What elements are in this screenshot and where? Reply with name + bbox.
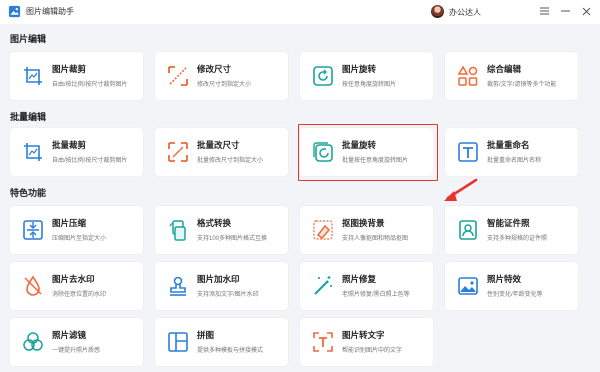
- arrow-annotation-icon: [444, 178, 478, 201]
- crop-icon: [24, 143, 42, 161]
- card-desc: 批量修改尺寸到指定大小: [197, 158, 264, 164]
- card-watermark-add[interactable]: 图片加水印 支持添加文字/图片水印: [155, 262, 288, 310]
- card-title: 抠图换背景: [342, 218, 385, 228]
- card-title: 图片去水印: [52, 274, 95, 284]
- section-title-batch-edit: 批量编辑: [10, 112, 47, 122]
- card-collage[interactable]: 拼图 提供多种模板与拼接模式: [155, 318, 288, 366]
- scrollbar[interactable]: [593, 26, 597, 370]
- card-desc: 裁剪/文字/滤镜等多个功能: [487, 82, 557, 88]
- card-title: 修改尺寸: [197, 64, 232, 74]
- card-title: 批量裁剪: [52, 140, 87, 150]
- card-desc: 支持人像抠图和物品抠图: [342, 236, 409, 242]
- card-desc: 帮能识别图片中的文字: [342, 348, 403, 354]
- compress-icon: [23, 220, 43, 240]
- card-desc: 一键提升照片质感: [52, 348, 101, 354]
- card-title: 格式转换: [197, 218, 232, 228]
- ocr-icon: [313, 332, 333, 352]
- landscape-icon: [458, 277, 478, 295]
- card-title: 智能证件照: [487, 218, 530, 228]
- card-restore[interactable]: 照片修复 老照片修复/黑白照上色等: [300, 262, 433, 310]
- card-desc: 性别变化/年龄变化等: [487, 292, 543, 298]
- card-rotate[interactable]: 图片旋转 按任意角度旋转图片: [300, 52, 433, 100]
- collage-icon: [168, 332, 188, 352]
- card-id-photo[interactable]: 智能证件照 支持多种规格的证件照: [445, 206, 578, 254]
- card-batch-crop[interactable]: 批量裁剪 自由/按比例/按尺寸裁剪图片: [10, 128, 143, 176]
- card-effects[interactable]: 照片特效 性别变化/年龄变化等: [445, 262, 578, 310]
- card-convert[interactable]: 格式转换 支持100多种图片格式互换: [155, 206, 288, 254]
- card-title: 批量重命名: [487, 140, 530, 150]
- card-desc: 自由/按比例/按尺寸裁剪图片: [52, 158, 128, 164]
- card-title: 批量改尺寸: [197, 140, 240, 150]
- minimize-icon[interactable]: [558, 4, 572, 18]
- grid-shapes-icon: [457, 65, 478, 86]
- card-watermark-remove[interactable]: 图片去水印 消除任意位置的水印: [10, 262, 143, 310]
- card-desc: 提供多种模板与拼接模式: [197, 348, 264, 354]
- card-compress[interactable]: 图片压缩 压缩图片至指定大小: [10, 206, 143, 254]
- card-desc: 压缩图片至指定大小: [52, 236, 107, 242]
- card-title: 图片加水印: [197, 274, 240, 284]
- card-desc: 消除任意位置的水印: [52, 292, 107, 298]
- card-combo[interactable]: 综合编辑 裁剪/文字/滤镜等多个功能: [445, 52, 578, 100]
- card-desc: 老照片修复/黑白照上色等: [342, 292, 410, 298]
- card-bg-replace[interactable]: 抠图换背景 支持人像抠图和物品抠图: [300, 206, 433, 254]
- card-title: 综合编辑: [487, 64, 522, 74]
- card-title: 照片修复: [342, 274, 377, 284]
- resize-icon: [168, 66, 188, 86]
- resize-icon: [168, 142, 188, 162]
- convert-icon: [169, 220, 186, 241]
- user-name[interactable]: 办公达人: [449, 7, 481, 18]
- app-title: 图片编辑助手: [26, 7, 74, 16]
- card-ocr[interactable]: 图片转文字 帮能识别图片中的文字: [300, 318, 433, 366]
- text-t-icon: [458, 142, 478, 162]
- card-desc: 按任意角度旋转图片: [342, 82, 397, 88]
- app-logo-icon: [8, 5, 21, 18]
- card-title: 照片滤镜: [52, 330, 87, 340]
- eraser-icon: [313, 220, 333, 240]
- highlight-box: [298, 124, 438, 181]
- filter-circles-icon: [23, 332, 43, 351]
- stamp-icon: [170, 276, 186, 296]
- card-title: 照片特效: [487, 274, 522, 284]
- card-desc: 支持添加文字/图片水印: [197, 292, 259, 298]
- card-title: 图片转文字: [342, 330, 385, 340]
- card-title: 图片旋转: [342, 64, 377, 74]
- card-desc: 自由/按比例/按尺寸裁剪图片: [52, 82, 128, 88]
- card-desc: 支持100多种图片格式互换: [197, 236, 268, 242]
- rotate-icon: [313, 66, 333, 86]
- avatar[interactable]: [431, 5, 444, 18]
- section-title-features: 特色功能: [10, 188, 47, 198]
- id-photo-icon: [459, 220, 477, 240]
- card-desc: 支持多种规格的证件照: [487, 236, 548, 242]
- card-resize[interactable]: 修改尺寸 修改尺寸到指定大小: [155, 52, 288, 100]
- close-icon[interactable]: [579, 4, 593, 18]
- card-title: 图片压缩: [52, 218, 87, 228]
- crop-icon: [24, 67, 42, 85]
- card-batch-resize[interactable]: 批量改尺寸 批量修改尺寸到指定大小: [155, 128, 288, 176]
- drop-remove-icon: [24, 275, 42, 296]
- card-title: 拼图: [197, 330, 215, 340]
- section-title-image-edit: 图片编辑: [10, 34, 47, 44]
- card-batch-rename[interactable]: 批量重命名 批量重命名图片名称: [445, 128, 578, 176]
- card-desc: 修改尺寸到指定大小: [197, 82, 252, 88]
- card-title: 图片裁剪: [52, 64, 87, 74]
- card-desc: 批量重命名图片名称: [487, 158, 542, 164]
- title-bar: 图片编辑助手 办公达人: [0, 0, 600, 24]
- card-crop[interactable]: 图片裁剪 自由/按比例/按尺寸裁剪图片: [10, 52, 143, 100]
- magic-wand-icon: [314, 276, 332, 295]
- menu-icon[interactable]: [537, 4, 551, 18]
- card-filter[interactable]: 照片滤镜 一键提升照片质感: [10, 318, 143, 366]
